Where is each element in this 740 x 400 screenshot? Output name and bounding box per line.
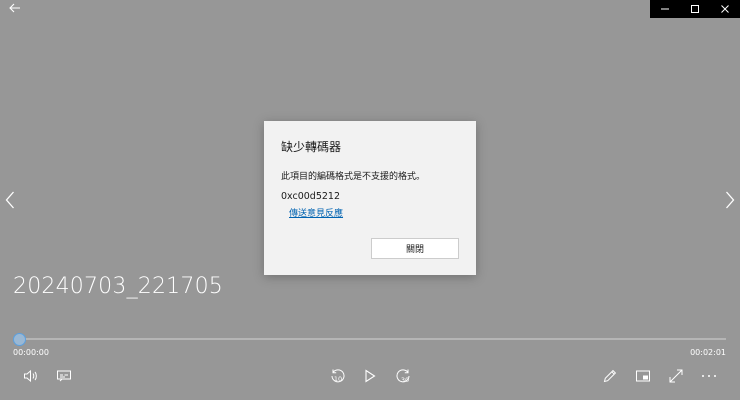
play-button[interactable] [358,364,382,388]
close-dialog-button[interactable]: 關閉 [371,238,459,259]
skip-back-label: 10 [334,375,342,383]
edit-button[interactable] [598,364,622,388]
more-icon [702,375,716,377]
error-code: 0xc00d5212 [281,191,341,202]
back-button[interactable] [4,0,26,16]
subtitles-icon [57,370,71,382]
chevron-right-icon [726,191,735,209]
volume-button[interactable] [19,364,43,388]
pencil-icon [603,369,617,383]
next-item-button[interactable] [720,186,740,214]
current-time: 00:00:00 [13,348,49,357]
codec-error-dialog: 缺少轉碼器 此項目的編碼格式是不支援的格式。 0xc00d5212 傳送意見反應… [264,121,476,275]
window-controls [650,0,740,18]
maximize-button[interactable] [680,0,710,18]
send-feedback-link[interactable]: 傳送意見反應 [289,206,343,219]
mini-view-icon [636,370,650,382]
fullscreen-icon [669,369,683,383]
minimize-icon [661,8,669,10]
dialog-message: 此項目的編碼格式是不支援的格式。 [281,172,426,182]
back-arrow-icon [9,3,20,13]
seek-thumb[interactable] [13,333,26,346]
chevron-left-icon [5,191,14,209]
maximize-icon [691,5,699,13]
seek-bar[interactable] [14,338,726,340]
more-options-button[interactable] [697,364,721,388]
play-icon [365,369,376,383]
skip-back-button[interactable]: 10 [326,364,350,388]
minimize-button[interactable] [650,0,680,18]
total-time: 00:02:01 [690,348,726,357]
dialog-title: 缺少轉碼器 [281,140,342,154]
previous-item-button[interactable] [0,186,20,214]
skip-forward-label: 30 [401,376,409,384]
speaker-icon [24,369,37,383]
close-icon [721,5,729,13]
skip-back-icon: 10 [331,369,345,383]
fullscreen-button[interactable] [664,364,688,388]
skip-forward-button[interactable]: 30 [391,364,415,388]
video-title: 20240703_221705 [13,274,223,299]
close-window-button[interactable] [710,0,740,18]
subtitles-button[interactable] [52,364,76,388]
skip-forward-icon: 30 [396,369,410,384]
mini-view-button[interactable] [631,364,655,388]
